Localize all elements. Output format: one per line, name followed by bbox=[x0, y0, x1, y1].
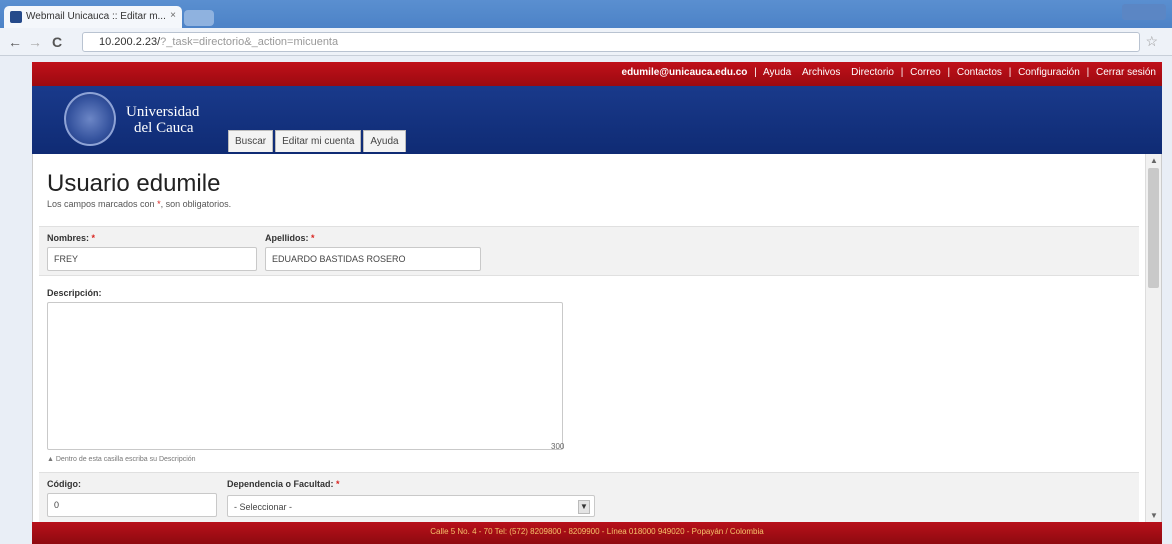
browser-tab[interactable]: Webmail Unicauca :: Editar m... × bbox=[4, 6, 182, 28]
university-name: Universidad del Cauca bbox=[126, 104, 199, 136]
top-navigation-bar: edumile@unicauca.edu.co | Ayuda Archivos… bbox=[32, 62, 1162, 86]
descripcion-label: Descripción: bbox=[47, 288, 102, 298]
university-seal-logo bbox=[64, 92, 116, 146]
nav-link-contactos[interactable]: Contactos bbox=[957, 67, 1002, 78]
nombres-label: Nombres: * bbox=[47, 233, 96, 243]
top-navigation: edumile@unicauca.edu.co | Ayuda Archivos… bbox=[621, 67, 1156, 78]
required-note: Los campos marcados con *, son obligator… bbox=[47, 199, 231, 209]
main-content: Usuario edumile Los campos marcados con … bbox=[32, 154, 1162, 522]
university-name-line1: Universidad bbox=[126, 104, 200, 120]
nav-link-directorio[interactable]: Directorio bbox=[851, 67, 894, 78]
apellidos-label: Apellidos: * bbox=[265, 233, 315, 243]
browser-tab-title: Webmail Unicauca :: Editar m... bbox=[26, 11, 166, 22]
descripcion-block: Descripción: 300 ▲ Dentro de esta casill… bbox=[39, 284, 1139, 470]
forward-arrow-icon[interactable]: → bbox=[28, 34, 42, 50]
dependencia-label: Dependencia o Facultad: * bbox=[227, 479, 340, 489]
required-note-suffix: , son obligatorios. bbox=[160, 199, 232, 209]
page-scrollbar[interactable]: ▲ ▼ bbox=[1145, 154, 1161, 522]
scroll-thumb[interactable] bbox=[1148, 168, 1159, 288]
codigo-input[interactable]: 0 bbox=[47, 493, 217, 517]
char-counter: 300 bbox=[551, 442, 565, 451]
new-tab-button[interactable] bbox=[184, 10, 214, 26]
descripcion-textarea[interactable] bbox=[47, 302, 563, 450]
nav-link-configuracion[interactable]: Configuración bbox=[1018, 67, 1080, 78]
nav-link-correo[interactable]: Correo bbox=[910, 67, 941, 78]
footer-address: Calle 5 No. 4 - 70 Tel: (572) 8209800 - … bbox=[430, 527, 764, 536]
dropdown-arrow-icon: ▼ bbox=[578, 500, 590, 514]
browser-toolbar: ← → C 10.200.2.23/?_task=directorio&_act… bbox=[0, 28, 1172, 56]
url-host: 10.200.2.23/ bbox=[99, 36, 161, 48]
nav-link-ayuda[interactable]: Ayuda bbox=[763, 67, 791, 78]
scroll-up-icon[interactable]: ▲ bbox=[1150, 156, 1158, 165]
nav-separator: | bbox=[754, 67, 757, 78]
dependencia-select[interactable]: - Seleccionar - ▼ bbox=[227, 495, 595, 517]
site-footer: Calle 5 No. 4 - 70 Tel: (572) 8209800 - … bbox=[32, 522, 1162, 544]
nombres-input[interactable]: FREY bbox=[47, 247, 257, 271]
scroll-down-icon[interactable]: ▼ bbox=[1150, 511, 1158, 520]
url-path: ?_task=directorio&_action=micuenta bbox=[160, 36, 339, 48]
user-email: edumile@unicauca.edu.co bbox=[621, 67, 748, 78]
tab-buscar[interactable]: Buscar bbox=[228, 130, 274, 152]
codes-row: Código: 0 Dependencia o Facultad: * - Se… bbox=[39, 472, 1139, 522]
bookmark-star-icon[interactable]: ☆ bbox=[1145, 33, 1158, 50]
site-tabs: Buscar Editar mi cuenta Ayuda bbox=[228, 130, 406, 152]
webmail-favicon-icon bbox=[10, 11, 22, 23]
site-header: edumile@unicauca.edu.co | Ayuda Archivos… bbox=[32, 62, 1162, 154]
window-controls[interactable] bbox=[1122, 4, 1166, 20]
codigo-label: Código: bbox=[47, 479, 81, 489]
descripcion-hint: ▲ Dentro de esta casilla escriba su Desc… bbox=[47, 456, 196, 463]
names-row: Nombres: * FREY Apellidos: * EDUARDO BAS… bbox=[39, 226, 1139, 276]
university-name-line2: del Cauca bbox=[134, 120, 194, 136]
page-title: Usuario edumile bbox=[47, 170, 221, 197]
nav-link-archivos[interactable]: Archivos bbox=[802, 67, 840, 78]
reload-icon[interactable]: C bbox=[52, 34, 62, 50]
dependencia-selected: - Seleccionar - bbox=[234, 502, 293, 512]
required-note-prefix: Los campos marcados con bbox=[47, 199, 155, 209]
nav-link-cerrar-sesion[interactable]: Cerrar sesión bbox=[1096, 67, 1156, 78]
back-arrow-icon[interactable]: ← bbox=[8, 34, 22, 50]
tab-editar-mi-cuenta[interactable]: Editar mi cuenta bbox=[275, 130, 362, 152]
close-tab-icon[interactable]: × bbox=[170, 10, 176, 21]
tab-ayuda[interactable]: Ayuda bbox=[363, 130, 406, 152]
address-bar[interactable]: 10.200.2.23/?_task=directorio&_action=mi… bbox=[82, 32, 1140, 52]
apellidos-input[interactable]: EDUARDO BASTIDAS ROSERO bbox=[265, 247, 481, 271]
